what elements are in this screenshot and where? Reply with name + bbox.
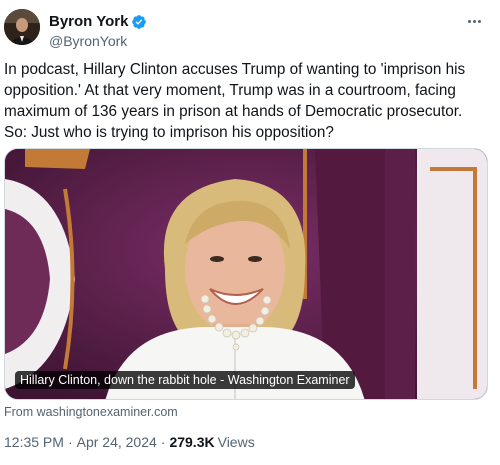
tweet-date[interactable]: Apr 24, 2024 <box>77 434 157 450</box>
author-name-row: Byron York <box>49 13 147 30</box>
more-horizontal-icon[interactable] <box>462 12 486 30</box>
author-handle[interactable]: @ByronYork <box>49 33 127 49</box>
tweet-meta: 12:35 PM · Apr 24, 2024 · 279.3K Views <box>4 434 255 450</box>
author-name[interactable]: Byron York <box>49 13 128 30</box>
tweet-header: Byron York @ByronYork <box>4 8 490 49</box>
tweet: Byron York @ByronYork In podcast, Hillar… <box>0 0 500 465</box>
meta-separator-2: · <box>160 434 166 450</box>
avatar[interactable] <box>4 9 40 45</box>
tweet-time[interactable]: 12:35 PM <box>4 434 64 450</box>
verified-badge-icon <box>132 14 147 29</box>
card-source[interactable]: From washingtonexaminer.com <box>4 405 178 419</box>
tweet-text: In podcast, Hillary Clinton accuses Trum… <box>4 61 466 141</box>
card-caption: Hillary Clinton, down the rabbit hole - … <box>15 371 355 389</box>
link-card-image[interactable]: Hillary Clinton, down the rabbit hole - … <box>4 148 488 400</box>
meta-separator: · <box>67 434 73 450</box>
views-label: Views <box>217 434 255 450</box>
views-count: 279.3K <box>169 434 215 450</box>
